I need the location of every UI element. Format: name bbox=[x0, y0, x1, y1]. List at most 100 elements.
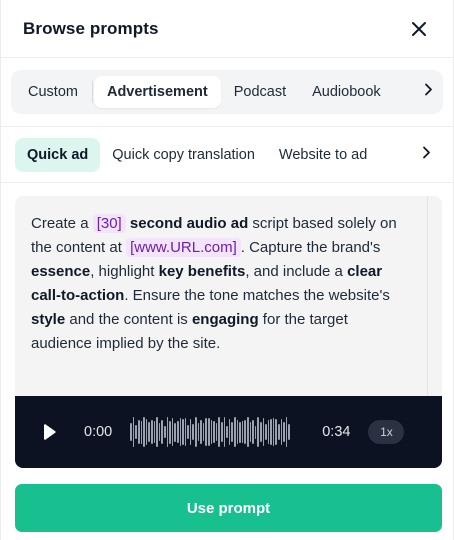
prompt-variable-duration[interactable]: [30] bbox=[92, 214, 126, 233]
subtab-quick-copy-translation[interactable]: Quick copy translation bbox=[100, 138, 267, 172]
tab-audiobook[interactable]: Audiobook bbox=[299, 76, 394, 108]
waveform-bar bbox=[241, 420, 244, 444]
prompt-scrollbar[interactable] bbox=[427, 196, 442, 396]
use-prompt-button[interactable]: Use prompt bbox=[15, 484, 442, 532]
waveform-bar bbox=[246, 417, 249, 447]
prompt-preview-card: Create a [30] second audio ad script bas… bbox=[15, 196, 442, 468]
waveform-bar bbox=[259, 421, 262, 443]
close-icon bbox=[412, 21, 426, 36]
waveform-bar bbox=[200, 420, 202, 444]
waveform-bar bbox=[275, 418, 278, 446]
waveform-bar bbox=[223, 417, 226, 447]
waveform-bar bbox=[267, 420, 270, 444]
prompt-text-segment: . Capture the brand's bbox=[240, 239, 381, 256]
waveform-bar bbox=[179, 418, 182, 446]
close-button[interactable] bbox=[407, 17, 431, 41]
playback-speed-button[interactable]: 1x bbox=[368, 420, 405, 444]
browse-prompts-panel: Browse prompts Custom Advertisement Podc… bbox=[0, 0, 454, 540]
waveform-bar bbox=[192, 423, 195, 441]
waveform-bar bbox=[187, 424, 189, 440]
prompt-variable-url[interactable]: [www.URL.com] bbox=[126, 238, 241, 257]
waveform-bar bbox=[150, 420, 153, 444]
waveform-bar bbox=[171, 417, 174, 447]
waveform-bar bbox=[228, 419, 231, 445]
waveform-bar bbox=[189, 419, 192, 445]
category-tabs: Custom Advertisement Podcast Audiobook bbox=[11, 70, 443, 114]
waveform-bar bbox=[130, 423, 132, 441]
waveform-bar bbox=[195, 417, 197, 447]
waveform-bar bbox=[145, 419, 148, 445]
waveform-bar bbox=[288, 424, 291, 440]
waveform-bar bbox=[218, 417, 221, 447]
audio-player: 0:00 0:34 1x bbox=[15, 396, 442, 468]
waveform-bar bbox=[257, 417, 259, 447]
subtab-quick-ad[interactable]: Quick ad bbox=[15, 137, 101, 172]
tabs-scroll-right-button[interactable] bbox=[423, 83, 433, 102]
waveform-bar bbox=[205, 418, 208, 446]
waveform-bar bbox=[270, 419, 272, 445]
play-icon bbox=[44, 424, 56, 440]
waveform-bar bbox=[182, 419, 184, 445]
waveform-bar bbox=[213, 420, 215, 444]
waveform-bar bbox=[161, 419, 163, 445]
subtab-website-to-ad[interactable]: Website to ad bbox=[267, 138, 379, 172]
subtabs-scroll-right-button[interactable] bbox=[421, 145, 431, 164]
current-time: 0:00 bbox=[84, 424, 113, 440]
tab-separator bbox=[91, 81, 93, 103]
waveform-bar bbox=[221, 421, 223, 443]
prompt-text-segment: and the content is bbox=[65, 311, 192, 328]
prompt-keyword: key benefits bbox=[158, 263, 246, 280]
waveform-bar bbox=[249, 421, 252, 443]
panel-title: Browse prompts bbox=[23, 18, 159, 38]
waveform-bar bbox=[197, 422, 200, 442]
waveform-bar bbox=[239, 421, 241, 443]
waveform-bar bbox=[138, 419, 140, 445]
waveform-bar bbox=[210, 419, 213, 445]
waveform-bar bbox=[233, 417, 236, 447]
waveform-bar bbox=[163, 425, 166, 439]
tab-podcast[interactable]: Podcast bbox=[221, 76, 299, 108]
waveform-bar bbox=[202, 423, 205, 441]
waveform-bar bbox=[143, 417, 145, 447]
prompt-text: Create a [30] second audio ad script bas… bbox=[15, 196, 427, 396]
prompt-subtabs: Quick ad Quick copy translation Website … bbox=[1, 127, 453, 183]
waveform-bar bbox=[231, 421, 233, 443]
waveform-bar bbox=[283, 422, 285, 442]
waveform-bar bbox=[166, 417, 169, 447]
waveform-bar bbox=[184, 417, 187, 447]
duration: 0:34 bbox=[322, 424, 351, 440]
waveform-bar bbox=[132, 417, 135, 447]
waveform-bar bbox=[265, 423, 267, 441]
prompt-text-segment: , and include a bbox=[245, 263, 348, 280]
play-button[interactable] bbox=[41, 422, 61, 442]
waveform-bar bbox=[169, 420, 171, 444]
category-tabs-wrapper: Custom Advertisement Podcast Audiobook bbox=[1, 58, 453, 114]
waveform-bar bbox=[262, 417, 265, 447]
tab-custom[interactable]: Custom bbox=[15, 76, 91, 108]
waveform-bar bbox=[226, 426, 228, 438]
waveform-bar bbox=[135, 424, 138, 440]
prompt-text-segment: . Ensure the tone matches the website's bbox=[124, 287, 390, 304]
tab-advertisement[interactable]: Advertisement bbox=[93, 76, 221, 108]
waveform-bar bbox=[174, 422, 176, 442]
prompt-keyword: style bbox=[31, 311, 66, 328]
waveform-bar bbox=[254, 425, 257, 439]
waveform-bar bbox=[252, 420, 254, 444]
waveform-bar bbox=[272, 418, 275, 446]
chevron-right-icon bbox=[425, 83, 432, 96]
prompt-keyword: essence bbox=[31, 263, 91, 280]
waveform-bar bbox=[236, 420, 239, 444]
waveform-bar bbox=[140, 420, 143, 444]
prompt-text-segment: , highlight bbox=[90, 263, 159, 280]
waveform-bar bbox=[280, 419, 283, 445]
waveform-bar bbox=[148, 422, 150, 442]
waveform-bar bbox=[208, 418, 210, 446]
waveform-bar bbox=[156, 417, 158, 447]
waveform-bar bbox=[244, 419, 246, 445]
waveform-bar bbox=[176, 421, 179, 443]
chevron-right-icon bbox=[423, 146, 430, 158]
prompt-keyword: engaging bbox=[191, 311, 259, 328]
waveform-bar bbox=[285, 417, 288, 447]
waveform-bar bbox=[278, 423, 280, 441]
audio-waveform[interactable] bbox=[130, 415, 298, 449]
